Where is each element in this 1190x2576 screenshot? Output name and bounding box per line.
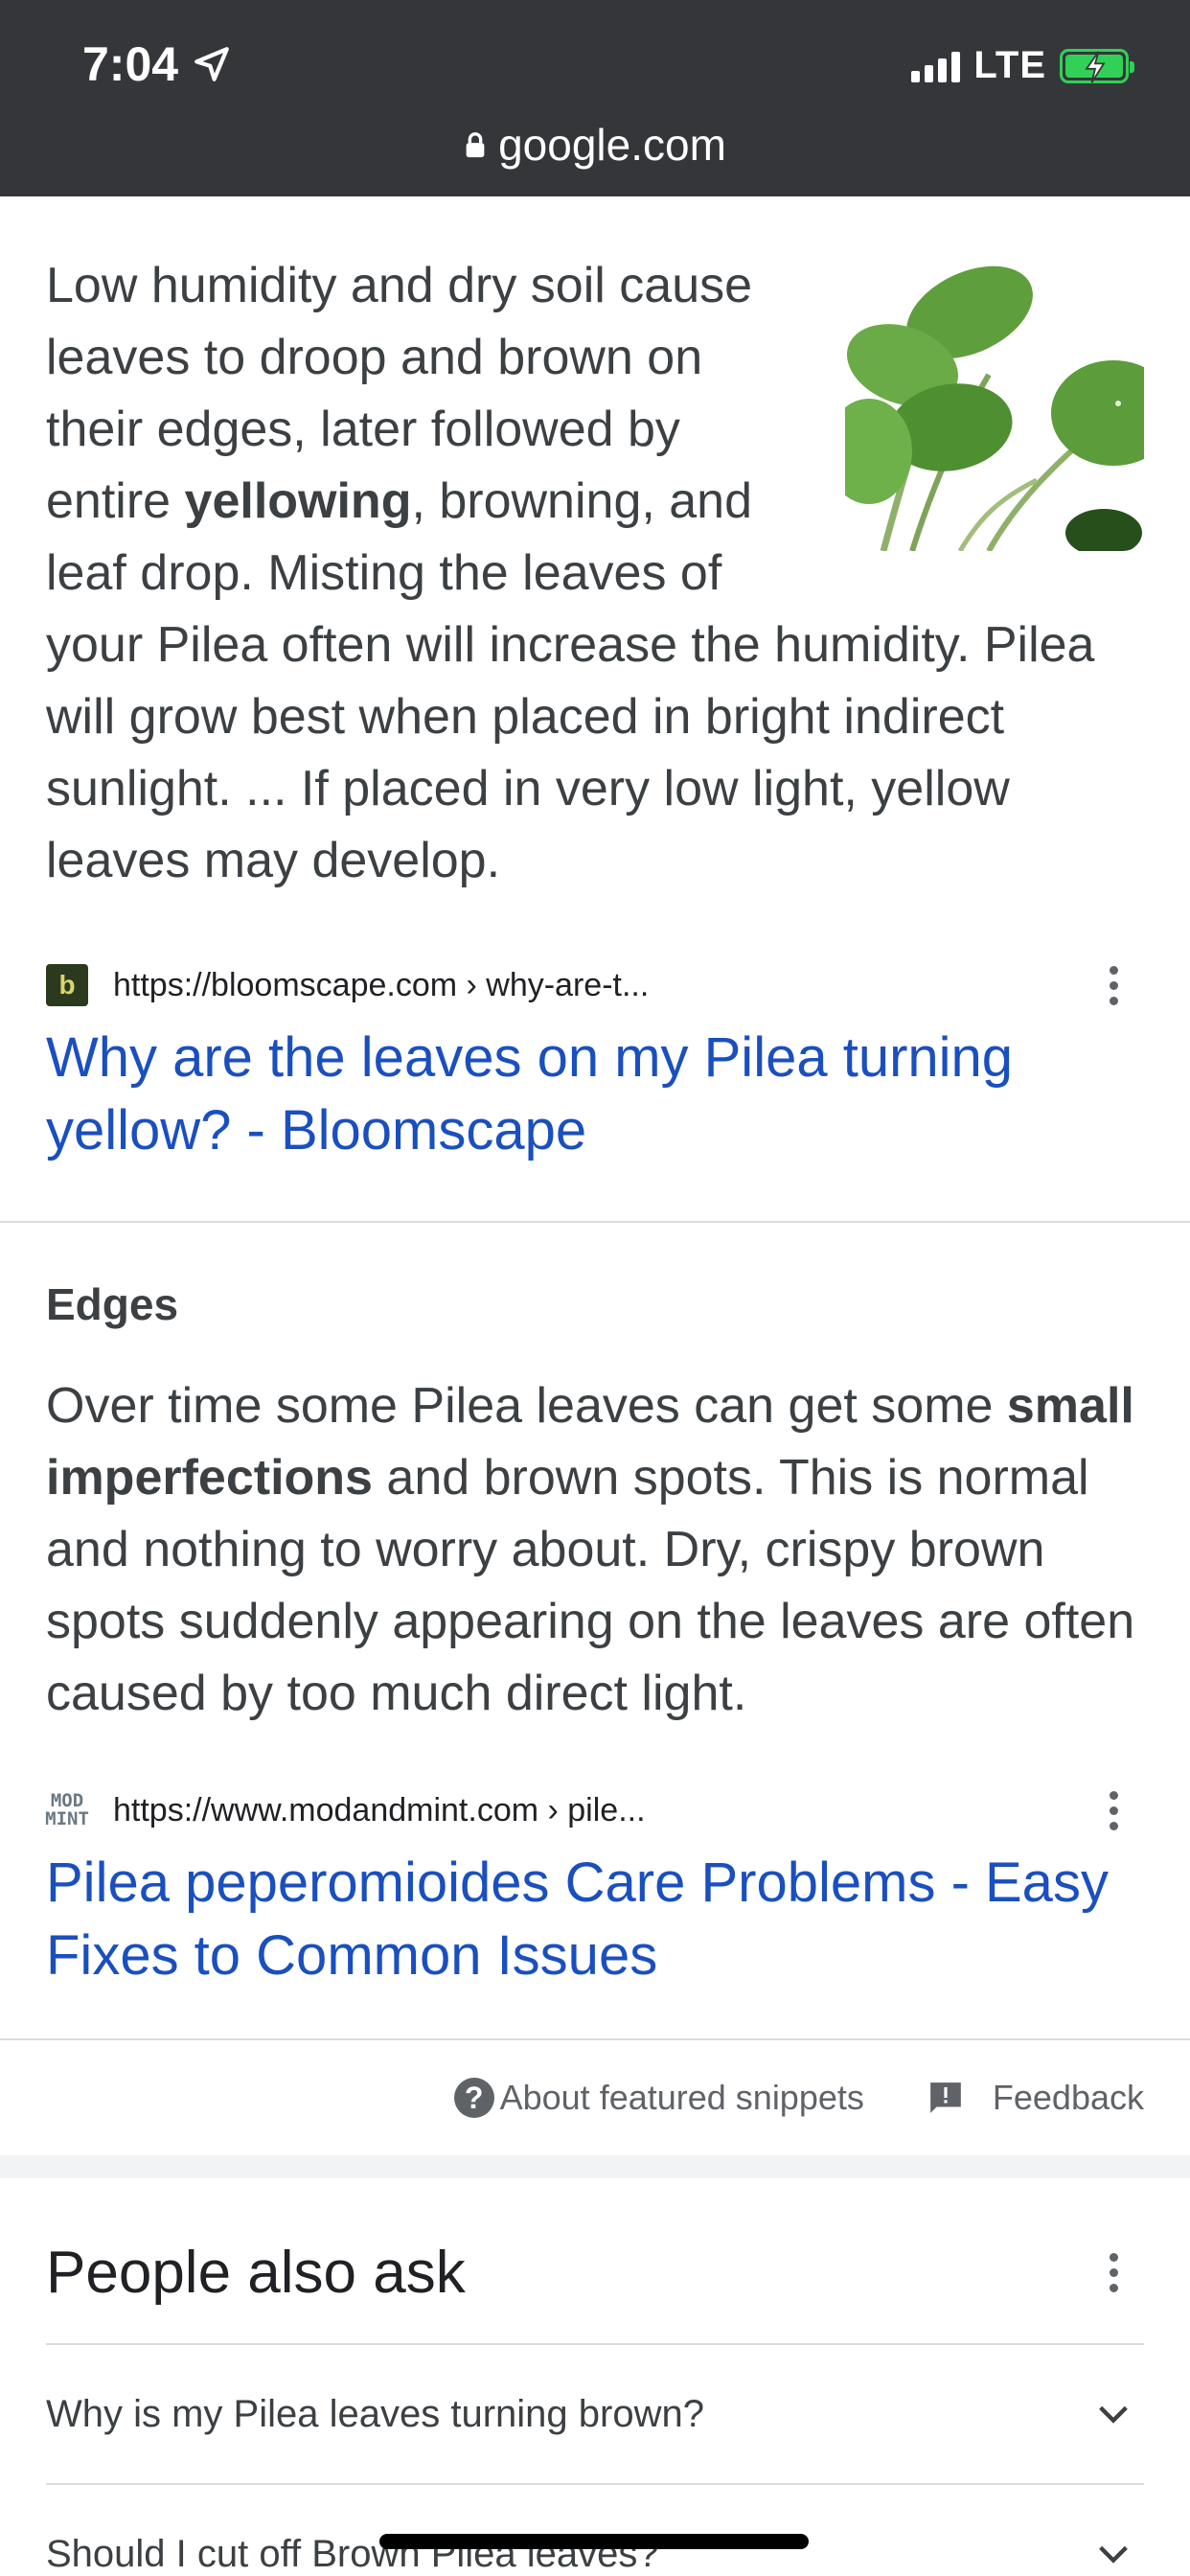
featured-snippet-modandmint: Over time some Pilea leaves can get some… — [0, 1330, 1190, 2038]
snippet-text-part: Over time some Pilea leaves can get some — [46, 1378, 1007, 1434]
section-heading: Edges — [46, 1279, 179, 1329]
chevron-down-icon — [1099, 2545, 1128, 2564]
chevron-down-icon — [1099, 2405, 1128, 2424]
signal-icon — [911, 50, 961, 82]
about-label: About featured snippets — [499, 2078, 864, 2117]
search-results: Low humidity and dry soil cause leaves t… — [0, 196, 1190, 2576]
about-featured-snippets[interactable]: ? About featured snippets — [453, 2078, 864, 2118]
battery-charging-icon — [1060, 48, 1134, 83]
status-time-text: 7:04 — [82, 37, 179, 91]
paa-question[interactable]: Should I cut off Brown Pilea leaves? — [46, 2483, 1144, 2576]
source-url[interactable]: https://www.modandmint.com › pile... — [113, 1792, 1104, 1829]
network-label: LTE — [973, 44, 1046, 86]
feedback-label: Feedback — [992, 2078, 1144, 2117]
result-title-link[interactable]: Why are the leaves on my Pilea turning y… — [46, 1022, 1144, 1167]
home-indicator[interactable] — [379, 2534, 809, 2549]
snippet-text: Over time some Pilea leaves can get some… — [46, 1370, 1144, 1730]
more-options-icon[interactable] — [1104, 1790, 1123, 1830]
browser-top-bar: 7:04 LTE google.com — [0, 0, 1190, 196]
more-options-icon[interactable] — [1104, 965, 1123, 1005]
paa-question-text: Why is my Pilea leaves turning brown? — [46, 2392, 704, 2435]
paa-title: People also ask — [46, 2239, 466, 2306]
favicon-text: MINT — [45, 1808, 89, 1829]
status-time: 7:04 — [82, 36, 232, 92]
paa-header: People also ask — [46, 2224, 1144, 2320]
lock-icon — [466, 132, 485, 158]
featured-snippet-bloomscape: Low humidity and dry soil cause leaves t… — [0, 196, 1190, 1221]
address-domain: google.com — [498, 120, 726, 170]
help-circle-icon: ? — [453, 2078, 494, 2118]
source-row: MOD MINT https://www.modandmint.com › pi… — [45, 1789, 1144, 1831]
pilea-plant-thumbnail[interactable] — [845, 260, 1144, 551]
feedback-button[interactable]: Feedback — [927, 2078, 1144, 2118]
section-gap — [0, 2155, 1190, 2178]
location-arrow-icon — [195, 47, 229, 81]
snippet-highlight: yellowing — [184, 473, 412, 529]
source-url[interactable]: https://bloomscape.com › why-are-t... — [113, 967, 1104, 1004]
snippet-footer: ? About featured snippets Feedback — [0, 2040, 1190, 2155]
feedback-icon — [930, 2082, 961, 2113]
paa-question[interactable]: Why is my Pilea leaves turning brown? — [46, 2343, 1144, 2483]
result-title-link[interactable]: Pilea peperomioides Care Problems - Easy… — [46, 1847, 1144, 1992]
people-also-ask: People also ask Why is my Pilea leaves t… — [0, 2178, 1190, 2576]
address-bar[interactable]: google.com — [0, 119, 1190, 171]
status-indicators: LTE — [911, 44, 1134, 87]
more-options-icon[interactable] — [1104, 2252, 1123, 2292]
bloomscape-favicon-icon: b — [46, 964, 88, 1006]
modandmint-favicon-icon: MOD MINT — [45, 1789, 89, 1831]
source-row: b https://bloomscape.com › why-are-t... — [46, 964, 1144, 1006]
